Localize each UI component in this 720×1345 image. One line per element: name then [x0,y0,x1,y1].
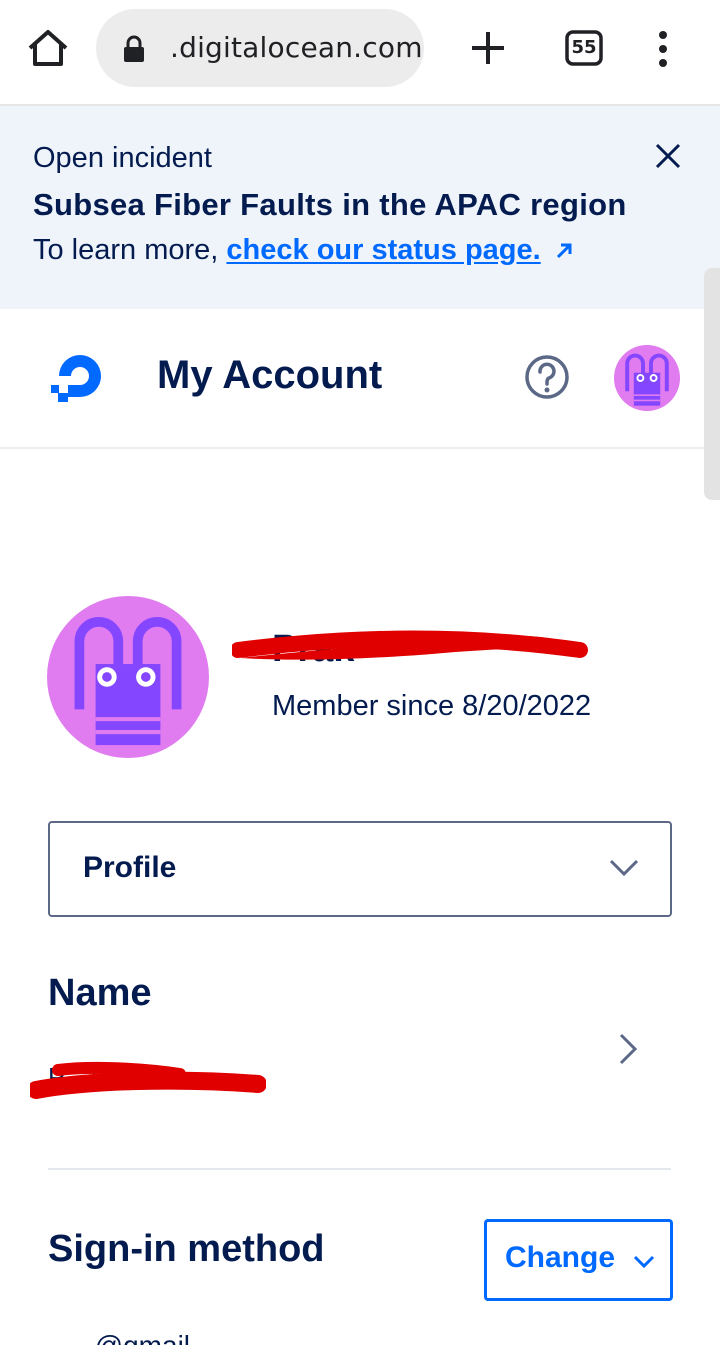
name-redaction-scribble [230,620,588,681]
home-icon[interactable] [26,28,70,68]
banner-body-text: To learn more, [33,234,219,266]
avatar[interactable] [614,345,680,411]
banner-kicker: Open incident [33,142,212,174]
incident-banner: Open incident Subsea Fiber Faults in the… [0,106,720,309]
tab-count: 55 [571,37,597,58]
change-label: Change [505,1241,616,1274]
name-value-redaction-scribble [27,1054,267,1109]
overflow-menu-icon[interactable] [652,30,674,70]
member-since: Member since 8/20/2022 [272,690,592,722]
lock-icon [122,35,146,63]
url-text: .digitalocean.com [170,31,423,64]
divider [48,1168,671,1170]
chevron-right-icon[interactable] [616,1032,640,1066]
browser-toolbar: .digitalocean.com 55 [0,0,720,106]
close-icon[interactable] [652,140,684,172]
signin-heading: Sign-in method [48,1228,325,1270]
select-value: Profile [83,851,177,884]
scrollbar[interactable] [704,268,720,500]
banner-body: To learn more, check our status page. [33,234,573,268]
account-section-select[interactable]: Profile [48,821,672,917]
address-bar[interactable]: .digitalocean.com [96,9,424,87]
status-page-link[interactable]: check our status page. [226,234,540,266]
banner-title: Subsea Fiber Faults in the APAC region [33,187,627,222]
help-icon[interactable] [524,354,570,400]
new-tab-plus-icon[interactable] [468,28,508,68]
chevron-down-icon [608,857,640,879]
change-signin-button[interactable]: Change [484,1219,673,1301]
profile-avatar [47,596,209,758]
chevron-down-icon [633,1254,655,1270]
external-link-icon [555,235,573,268]
app-header: My Account [0,309,720,449]
digitalocean-logo-icon[interactable] [48,345,112,409]
page-title: My Account [157,353,383,397]
name-heading: Name [48,972,152,1014]
signin-email: ......@gmail... [48,1330,213,1345]
